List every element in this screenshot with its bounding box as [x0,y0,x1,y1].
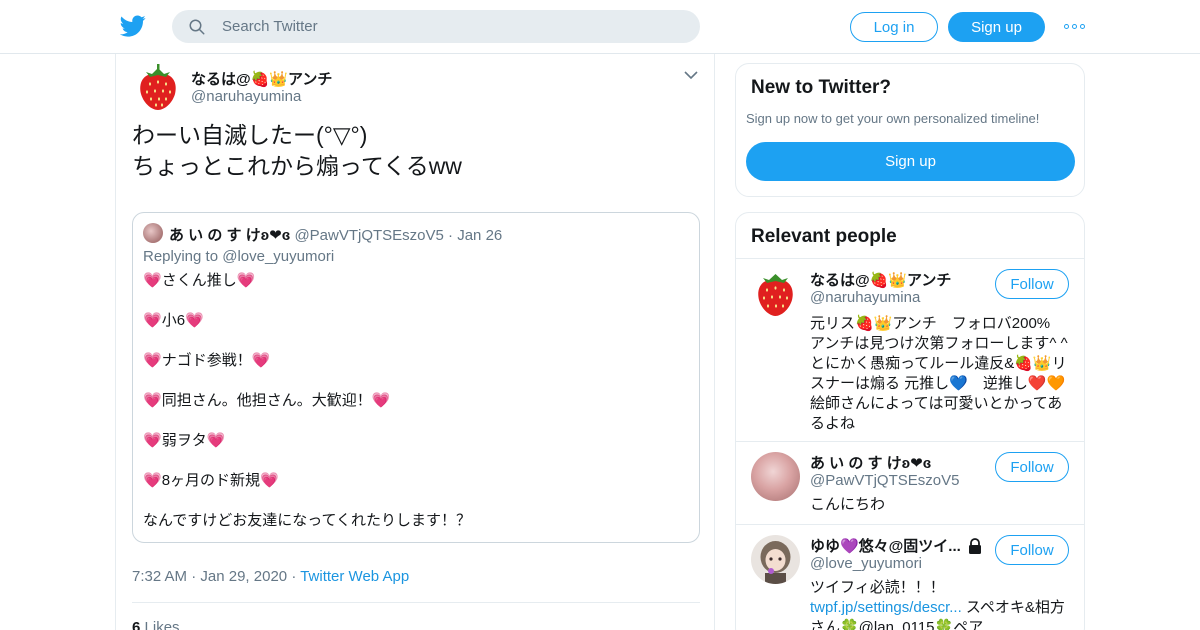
card-subtitle: Sign up now to get your own personalized… [746,111,1040,126]
heart-emoji: 💗 [260,472,279,489]
person-handle[interactable]: @PawVTjQTSEszoV5 [810,472,959,489]
quoted-date[interactable]: Jan 26 [457,227,502,244]
divider [132,602,700,603]
heart-emoji: 💗 [251,352,271,369]
tweet-timestamp: 7:32 AM · Jan 29, 2020 · Twitter Web App [132,568,409,585]
more-dots-icon[interactable] [1064,20,1086,32]
search-box[interactable] [172,10,700,43]
follow-button[interactable]: Follow [995,269,1069,299]
person-item[interactable]: なるは@🍓👑アンチ @naruhayumina Follow 元リス🍓👑アンチ … [736,259,1084,441]
heart-emoji: 💗 [143,472,162,489]
chevron-down-icon[interactable] [684,70,698,80]
top-bar: Log in Sign up [0,0,1200,54]
tweet-author-handle[interactable]: @naruhayumina [191,88,301,105]
signup-card-button[interactable]: Sign up [746,142,1075,181]
person-handle[interactable]: @naruhayumina [810,289,920,306]
likes-count[interactable]: 6 Likes [132,619,180,630]
follow-button[interactable]: Follow [995,452,1069,482]
dot-separator: · [448,227,454,244]
tweet-author-name[interactable]: なるは@🍓👑アンチ [191,68,332,89]
new-to-twitter-card: New to Twitter? Sign up now to get your … [735,63,1085,197]
card-title: Relevant people [751,226,897,247]
quoted-line: 💗小6💗 [143,312,204,329]
quoted-avatar[interactable] [143,223,163,243]
tweet-time[interactable]: 7:32 AM [132,568,187,585]
quoted-author-handle[interactable]: @PawVTjQTSEszoV5 [294,227,443,244]
heart-emoji: 💗 [143,312,162,329]
twitter-bird-icon[interactable] [120,13,146,39]
follow-button[interactable]: Follow [995,535,1069,565]
heart-emoji: 💗 [143,432,162,449]
quoted-body: 💗さくん推し💗 💗小6💗 💗ナゴド参戦！💗 💗同担さん。他担さん。大歓迎！💗 💗… [143,271,683,551]
relevant-people-card: Relevant people なるは@🍓👑アンチ @naruhayumina … [735,212,1085,630]
tweet-text: わーい自滅したー(°▽°) ちょっとこれから煽ってくるww [132,122,462,179]
search-input[interactable] [222,18,662,35]
quoted-header: あ い の す けʚ❤︎ɞ @PawVTjQTSEszoV5 · Jan 26 [169,224,502,245]
tweet-source-link[interactable]: Twitter Web App [300,568,409,585]
lock-icon [969,538,981,554]
heart-emoji: 💗 [143,392,162,409]
heart-emoji: 💗 [371,392,391,409]
quoted-line: 💗さくん推し💗 [143,272,256,289]
signup-button[interactable]: Sign up [948,12,1045,42]
quoted-tweet[interactable]: あ い の す けʚ❤︎ɞ @PawVTjQTSEszoV5 · Jan 26 … [132,212,700,543]
quoted-line: 💗8ヶ月のド新規💗 [143,472,279,489]
strawberry-avatar[interactable] [136,62,180,112]
person-avatar[interactable] [751,452,800,501]
heart-emoji: 💗 [236,272,256,289]
person-bio: こんにちわ [810,496,886,513]
person-item[interactable]: あ い の す けʚ❤︎ɞ @PawVTjQTSEszoV5 Follow こん… [736,442,1084,524]
person-avatar[interactable] [751,535,800,584]
heart-emoji: 💗 [143,352,162,369]
quoted-author-name[interactable]: あ い の す けʚ❤︎ɞ [169,227,290,244]
bio-link[interactable]: twpf.jp/settings/descr... [810,599,962,616]
heart-emoji: 💗 [143,272,162,289]
replying-to: Replying to @love_yuyumori [143,248,335,265]
person-item[interactable]: ゆゆ💜悠々@固ツイ... @love_yuyumori Follow ツイフィ必… [736,525,1084,630]
person-bio: ツイフィ必読！！！twpf.jp/settings/descr... スペオキ&… [810,579,1065,630]
quoted-line: 💗同担さん。他担さん。大歓迎！💗 [143,392,391,409]
person-name[interactable]: あ い の す けʚ❤︎ɞ [810,452,995,473]
strawberry-avatar[interactable] [751,269,800,318]
heart-emoji: 💗 [206,432,226,449]
login-button[interactable]: Log in [850,12,938,42]
person-name[interactable]: なるは@🍓👑アンチ [810,269,995,290]
quoted-line: 💗弱ヲタ💗 [143,432,226,449]
heart-emoji: 💗 [185,312,204,329]
dot-separator: · [191,568,197,585]
quoted-line: 💗ナゴド参戦！💗 [143,352,271,369]
search-icon [189,19,205,34]
tweet-date[interactable]: Jan 29, 2020 [200,568,287,585]
dot-separator: · [291,568,297,585]
person-bio: 元リス🍓👑アンチ フォロバ200% アンチは見つけ次第フォローします^ ^ とに… [810,315,1068,432]
person-handle[interactable]: @love_yuyumori [810,555,922,572]
tweet-column: なるは@🍓👑アンチ @naruhayumina わーい自滅したー(°▽°) ちょ… [115,54,715,630]
card-title: New to Twitter? [751,77,892,98]
quoted-line: なんですけどお友達になってくれたりします！？ [143,512,472,529]
